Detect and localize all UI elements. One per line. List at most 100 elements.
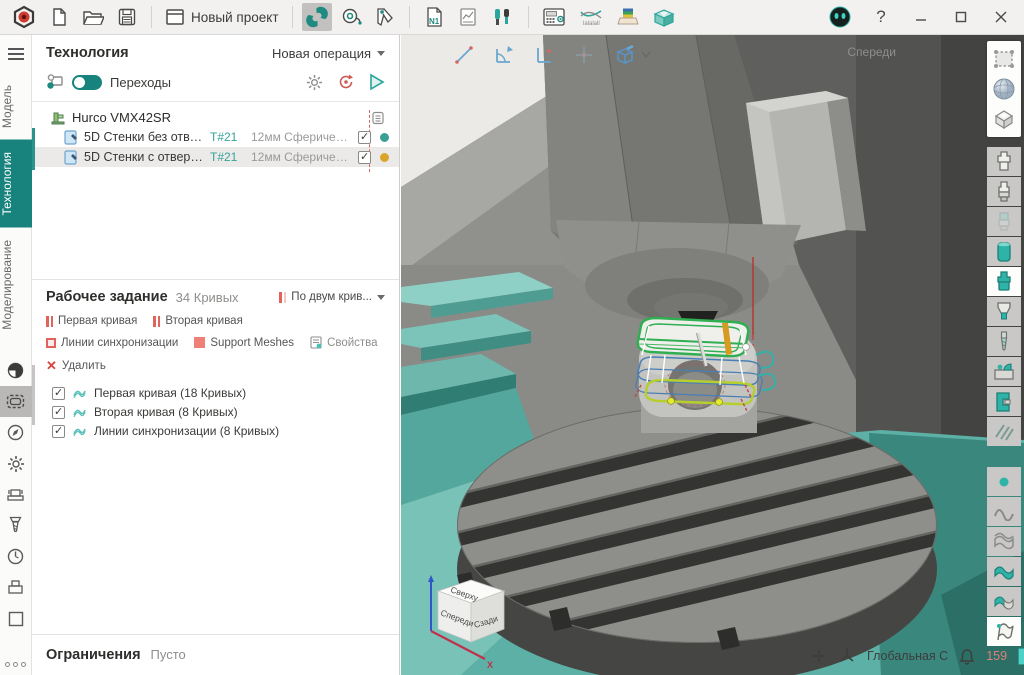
display-mode-button[interactable] — [0, 355, 32, 386]
right-toolbar — [986, 41, 1022, 647]
flag-display-button[interactable] — [987, 617, 1021, 646]
measure-perpendicular-icon[interactable] — [533, 44, 555, 66]
first-curve-legend-button[interactable]: Первая кривая — [46, 315, 137, 327]
teal-wave-icon — [992, 562, 1016, 582]
select-surface-button[interactable] — [987, 44, 1021, 73]
panel-scrollbar[interactable] — [32, 365, 35, 425]
add-cs-icon[interactable] — [811, 648, 827, 664]
machine-setup-button[interactable] — [0, 479, 32, 510]
technology-panel: Технология Новая операция Переходы Hurco… — [32, 35, 400, 675]
machine-notes-icon[interactable] — [371, 111, 385, 125]
run-simulation-icon[interactable] — [369, 73, 385, 91]
solid-box-button[interactable] — [987, 104, 1021, 133]
operation-row[interactable]: 5D Стенки без отверстия T#21 12мм Сферич… — [32, 127, 399, 147]
maximize-button[interactable] — [946, 3, 976, 31]
settings-button[interactable] — [0, 448, 32, 479]
coordinate-system-label[interactable]: Глобальная С — [867, 649, 948, 663]
control-panel-button[interactable] — [538, 3, 570, 31]
delete-button[interactable]: ✕Удалить — [46, 358, 106, 374]
toolbar-separator — [528, 6, 529, 28]
measure-point-icon[interactable] — [573, 44, 595, 66]
press-button[interactable] — [0, 572, 32, 603]
workpiece-button[interactable] — [0, 386, 32, 417]
notifications-bell-icon[interactable] — [959, 648, 975, 665]
tab-model[interactable]: Модель — [0, 73, 32, 140]
contrast-circle-icon — [7, 362, 24, 379]
part-block-button[interactable] — [987, 357, 1021, 386]
surface-display-button[interactable] — [987, 527, 1021, 556]
machine-row[interactable]: Hurco VMX42SR — [32, 108, 399, 127]
curve-checkbox[interactable] — [52, 425, 65, 438]
list-item[interactable]: Вторая кривая (8 Кривых) — [52, 405, 385, 419]
list-item[interactable]: Первая кривая (18 Кривых) — [52, 386, 385, 400]
report-icon — [458, 6, 478, 28]
tool-cylinder-button[interactable] — [987, 237, 1021, 266]
curve-checkbox[interactable] — [52, 406, 65, 419]
wave-surface-button[interactable] — [987, 557, 1021, 586]
compass-button[interactable] — [0, 417, 32, 448]
app-logo-button[interactable] — [8, 3, 40, 31]
tool-button[interactable] — [0, 510, 32, 541]
coordinate-system-icon[interactable] — [838, 647, 856, 665]
svg-text:lalalall: lalalall — [583, 21, 600, 27]
point-display-button[interactable] — [987, 467, 1021, 496]
chevron-down-icon[interactable] — [641, 51, 651, 59]
minimize-button[interactable] — [906, 3, 936, 31]
mesh-square-icon — [194, 337, 205, 348]
new-project-label: Новый проект — [191, 10, 279, 25]
save-button[interactable] — [112, 3, 142, 31]
assistant-button[interactable] — [824, 3, 856, 31]
tool-holder-3-button[interactable] — [987, 207, 1021, 236]
operation-enabled-checkbox[interactable] — [358, 131, 371, 144]
operation-settings-gear-icon[interactable] — [306, 74, 323, 91]
transitions-toggle[interactable] — [72, 75, 102, 90]
curve-display-button[interactable] — [987, 497, 1021, 526]
help-button[interactable]: ? — [866, 3, 896, 31]
wave-mixed-button[interactable] — [987, 587, 1021, 616]
viewport-3d[interactable]: Сверху Спереди Сзади X Спереди Глобальна… — [401, 35, 1024, 675]
measure-tape-button[interactable] — [336, 3, 366, 31]
support-meshes-button[interactable]: Support Meshes — [194, 336, 294, 349]
stock-box-button[interactable] — [648, 3, 680, 31]
tab-technology[interactable]: Технология — [0, 140, 32, 228]
blank-square-button[interactable] — [0, 603, 32, 634]
curves-button[interactable]: lalalall — [574, 3, 608, 31]
layers-button[interactable] — [612, 3, 644, 31]
new-project-button[interactable]: Новый проект — [161, 3, 283, 31]
properties-button[interactable]: Свойства — [310, 336, 378, 349]
open-project-button[interactable] — [78, 3, 108, 31]
new-operation-dropdown[interactable]: Новая операция — [272, 46, 385, 61]
edit-box-icon[interactable] — [613, 43, 637, 67]
snap-magnet-button[interactable] — [302, 3, 332, 31]
tools-library-button[interactable] — [487, 3, 519, 31]
tool-drill-button[interactable] — [987, 327, 1021, 356]
report-button[interactable] — [453, 3, 483, 31]
new-file-button[interactable] — [44, 3, 74, 31]
measure-line-icon[interactable] — [453, 44, 475, 66]
tool-stepped-button[interactable] — [987, 267, 1021, 296]
job-mode-dropdown[interactable]: По двум крив... — [279, 291, 385, 303]
second-curve-legend-button[interactable]: Вторая кривая — [153, 315, 243, 327]
tool-holder-2-button[interactable] — [987, 177, 1021, 206]
sync-lines-legend-button[interactable]: Линии синхронизации — [46, 336, 178, 349]
operation-enabled-checkbox[interactable] — [358, 151, 371, 164]
tab-simulation[interactable]: Моделирование — [0, 228, 32, 342]
fixture-button[interactable] — [987, 387, 1021, 416]
tool-holder-1-button[interactable] — [987, 147, 1021, 176]
caliper-button[interactable] — [370, 3, 400, 31]
curve-checkbox[interactable] — [52, 387, 65, 400]
operation-row[interactable]: 5D Стенки с отверстием T#21 12мм Сфериче… — [32, 147, 399, 167]
recalculate-icon[interactable] — [337, 73, 355, 91]
close-button[interactable] — [986, 3, 1016, 31]
main-menu-button[interactable] — [8, 45, 24, 63]
gauge-button[interactable] — [0, 541, 32, 572]
constraints-section[interactable]: Ограничения Пусто — [32, 634, 399, 675]
tool-cone-button[interactable] — [987, 297, 1021, 326]
machine-3d-scene: Сверху Спереди Сзади X — [401, 35, 1024, 675]
measure-angle-icon[interactable] — [493, 44, 515, 66]
shaded-sphere-button[interactable] — [987, 74, 1021, 103]
more-tools-button[interactable] — [5, 662, 26, 667]
nc-program-button[interactable]: N1 — [419, 3, 449, 31]
hatch-surface-button[interactable] — [987, 417, 1021, 446]
list-item[interactable]: Линии синхронизации (8 Кривых) — [52, 424, 385, 438]
